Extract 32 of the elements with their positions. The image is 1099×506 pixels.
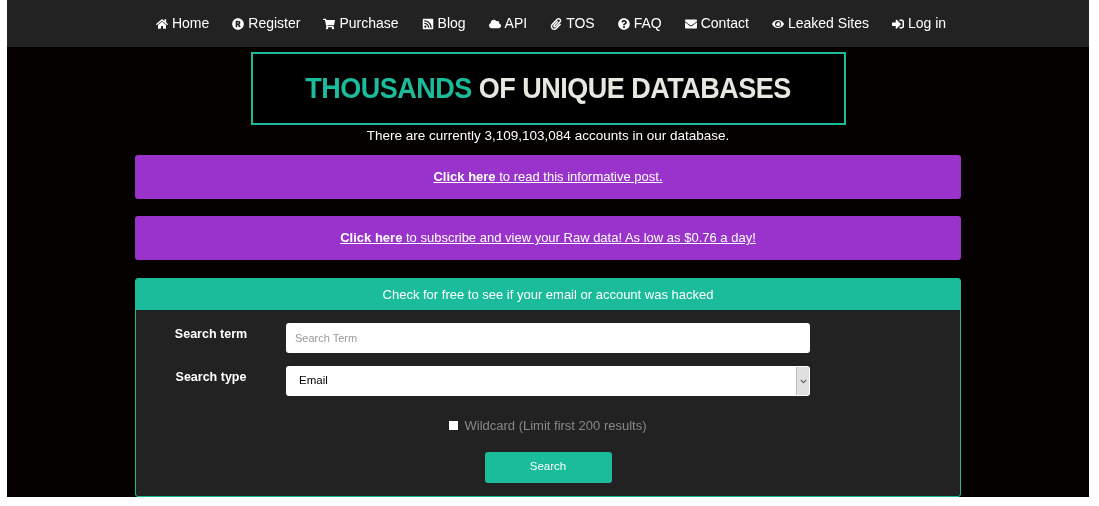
rss-icon — [421, 17, 434, 30]
nav-link[interactable]: Contact — [684, 13, 749, 34]
eye-icon — [771, 17, 784, 30]
registered-icon — [232, 17, 245, 30]
question-icon — [617, 17, 630, 30]
field-label: Search term — [173, 326, 249, 343]
banner-link[interactable]: Click here to subscribe and view your Raw data! As low as $0.76 a day! — [340, 228, 756, 248]
hero-title: THOUSANDS OF UNIQUE DATABASES — [305, 70, 791, 107]
banner-link[interactable]: Click here to read this informative post. — [433, 167, 663, 187]
field-label: Search type — [174, 369, 248, 386]
nav-link[interactable]: Blog — [421, 13, 466, 34]
search-term-field[interactable]: Search Term — [286, 323, 810, 353]
wildcard-checkbox[interactable] — [449, 421, 459, 431]
nav-link[interactable]: Home — [155, 13, 210, 34]
paperclip-icon — [550, 17, 563, 30]
panel-title: Check for free to see if your email or account was hacked — [382, 285, 714, 304]
account-count: There are currently 3,109,103,084 accounts in our database. — [366, 127, 730, 145]
nav-link[interactable]: TOS — [550, 13, 595, 34]
nav-link[interactable]: Register — [232, 13, 301, 34]
chevron-icon — [799, 377, 807, 385]
sign-in-icon — [891, 17, 904, 30]
envelope-icon — [684, 17, 697, 30]
nav-link[interactable]: API — [488, 13, 528, 34]
home-icon — [155, 17, 168, 30]
nav-link[interactable]: Purchase — [323, 13, 399, 34]
wildcard-label: Wildcard (Limit first 200 results) — [464, 417, 647, 435]
nav-link[interactable]: FAQ — [617, 13, 662, 34]
nav-link[interactable]: Leaked Sites — [771, 13, 869, 34]
cart-icon — [323, 17, 336, 30]
nav-link[interactable]: Log in — [891, 13, 947, 34]
search-type-select[interactable]: Email — [286, 366, 810, 396]
cloud-icon — [488, 17, 501, 30]
